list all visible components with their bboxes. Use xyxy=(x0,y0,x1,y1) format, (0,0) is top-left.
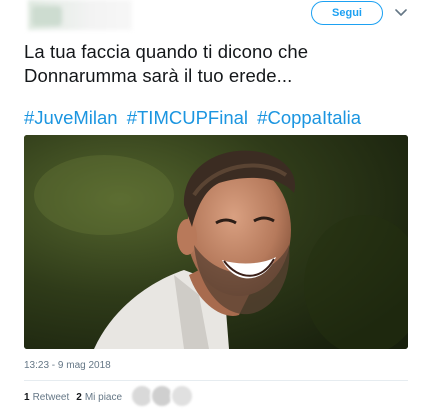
like-stat[interactable]: 2 Mi piace xyxy=(76,392,122,403)
divider xyxy=(24,380,408,381)
retweet-label: Retweet xyxy=(32,391,70,403)
retweet-count: 1 xyxy=(24,391,30,403)
liker-avatar[interactable] xyxy=(170,384,194,408)
author-avatar-blurred[interactable] xyxy=(28,0,132,30)
like-count: 2 xyxy=(76,391,82,403)
tweet-text: La tua faccia quando ti dicono che Donna… xyxy=(24,40,414,88)
tweet-text-line: La tua faccia quando ti dicono che xyxy=(24,41,309,62)
tweet-stats: 1 Retweet 2 Mi piace xyxy=(24,389,129,405)
hashtag-link[interactable]: #CoppaItalia xyxy=(257,107,361,128)
liker-avatars xyxy=(130,384,194,408)
tweet-timestamp[interactable]: 13:23 - 9 mag 2018 xyxy=(24,360,111,371)
chevron-down-icon[interactable] xyxy=(394,6,408,20)
hashtag-list: #JuveMilan #TIMCUPFinal #CoppaItalia xyxy=(24,106,424,130)
like-label: Mi piace xyxy=(84,391,123,403)
hashtag-link[interactable]: #JuveMilan xyxy=(24,107,118,128)
hashtag-link[interactable]: #TIMCUPFinal xyxy=(127,107,248,128)
tweet-header: Segui xyxy=(0,0,428,40)
retweet-stat[interactable]: 1 Retweet xyxy=(24,392,69,403)
follow-button[interactable]: Segui xyxy=(311,1,383,25)
tweet-text-line: Donnarumma sarà il tuo erede... xyxy=(24,65,293,86)
photo-illustration xyxy=(24,135,408,349)
tweet-photo[interactable] xyxy=(24,135,408,349)
